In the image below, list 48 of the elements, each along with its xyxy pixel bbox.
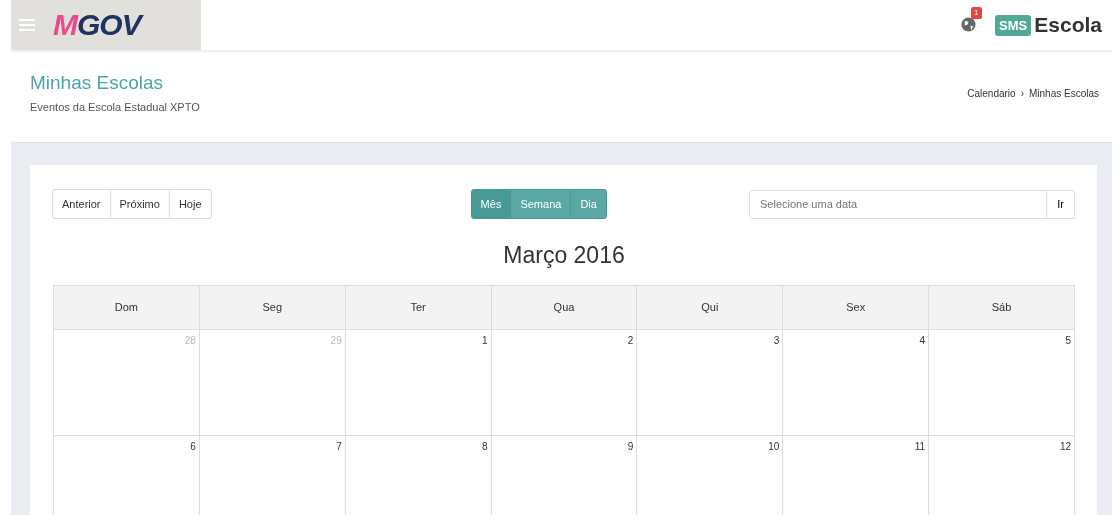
weekday-header: Sáb	[929, 286, 1075, 330]
weekday-header: Sex	[783, 286, 930, 330]
day-cell[interactable]: 4	[783, 330, 930, 436]
day-number: 8	[482, 441, 488, 452]
weekday-header: Qui	[637, 286, 784, 330]
page-subtitle: Eventos da Escola Estadual XPTO	[30, 101, 200, 113]
day-cell[interactable]: 3	[637, 330, 784, 436]
day-cell[interactable]: 10	[637, 436, 784, 515]
day-cell[interactable]: 5	[929, 330, 1075, 436]
day-cell[interactable]: 7	[199, 436, 346, 515]
day-number: 6	[190, 441, 196, 452]
globe-icon[interactable]	[961, 17, 977, 32]
day-cell[interactable]: 11	[783, 436, 930, 515]
day-number: 3	[773, 335, 780, 346]
date-input[interactable]: Selecione uma data	[749, 189, 1048, 219]
weekday-header: Ter	[345, 286, 492, 330]
day-number: 2	[627, 335, 634, 346]
weekday-header: Seg	[199, 286, 346, 330]
day-number: 12	[1059, 441, 1071, 452]
day-number: 11	[914, 441, 926, 452]
day-cell[interactable]: 8	[345, 436, 492, 515]
day-cell[interactable]: 12	[929, 436, 1075, 515]
day-number: 5	[1065, 335, 1071, 346]
day-number: 10	[768, 441, 780, 452]
day-number: 1	[482, 335, 488, 346]
day-number: 7	[336, 441, 342, 452]
go-button[interactable]: Ir	[1047, 189, 1075, 219]
brand-badge: SMS	[995, 14, 1032, 36]
calendar-title: Março 2016	[502, 242, 626, 269]
weekday-header: Qua	[491, 286, 638, 330]
day-cell[interactable]: 2	[491, 330, 638, 436]
nav-button[interactable]: Próximo	[109, 189, 170, 219]
brand-name: Escola	[1034, 13, 1102, 37]
day-number: 28	[184, 335, 196, 346]
weekday-header: Dom	[54, 286, 200, 330]
day-number: 4	[919, 335, 926, 346]
breadcrumb-link[interactable]: Calendario	[967, 88, 1016, 99]
page-title: Minhas Escolas	[30, 72, 165, 94]
nav-button[interactable]: Hoje	[168, 189, 212, 219]
nav-button[interactable]: Anterior	[52, 189, 111, 219]
breadcrumb-separator: ›	[1020, 88, 1024, 99]
breadcrumb-link[interactable]: Minhas Escolas	[1028, 88, 1099, 99]
notification-badge: 1	[971, 7, 982, 19]
day-cell[interactable]: 1	[345, 330, 492, 436]
day-cell[interactable]: 9	[491, 436, 638, 515]
day-number: 9	[627, 441, 634, 452]
day-cell[interactable]: 6	[54, 436, 200, 515]
day-number: 29	[330, 335, 342, 346]
